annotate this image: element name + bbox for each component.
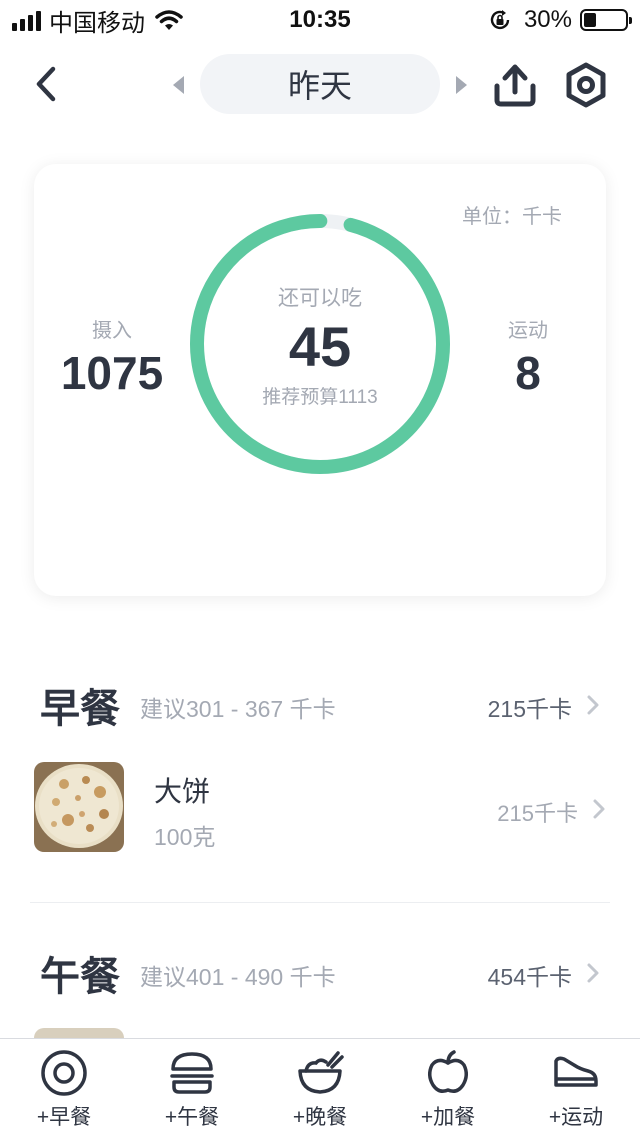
tab-label: +晚餐: [292, 1106, 348, 1129]
status-bar: 中国移动 10:35 30%: [0, 0, 640, 40]
exercise-value: 8: [515, 347, 541, 399]
back-chevron-icon: [36, 66, 56, 102]
pancake-image: [34, 762, 124, 852]
food-name: 大饼: [154, 776, 211, 807]
sneaker-icon: [554, 1056, 598, 1087]
back-button[interactable]: [26, 62, 66, 106]
meal-total: 454千卡: [487, 964, 572, 990]
meal-suggestion: 建议301 - 367 千卡: [140, 696, 336, 722]
diet-diary-screen: 中国移动 10:35 30% 昨天 单位：千卡 摄入 1075 还可以吃 45 …: [0, 0, 640, 1136]
intake-label: 摄入: [92, 320, 132, 342]
food-amount: 100克: [154, 824, 216, 850]
nav-bar: 昨天: [0, 50, 640, 120]
chevron-right-icon: [587, 695, 599, 715]
date-label: 昨天: [287, 68, 352, 104]
unit-label: 单位：千卡: [462, 206, 562, 228]
food-calories: 215千卡: [497, 801, 578, 826]
hexagon-settings-icon[interactable]: [564, 62, 608, 108]
meal-header-lunch[interactable]: 午餐 建议401 - 490 千卡 454千卡: [0, 944, 640, 1004]
battery-percent: 30%: [523, 6, 572, 33]
tab-label: +加餐: [420, 1106, 476, 1129]
next-day-triangle-icon[interactable]: [452, 72, 472, 98]
rotation-lock-icon: [490, 10, 510, 30]
meal-total: 215千卡: [487, 696, 572, 722]
date-selector[interactable]: 昨天: [200, 54, 440, 114]
fried-egg-icon: [41, 1050, 87, 1096]
chevron-right-icon: [593, 799, 605, 819]
remaining-value: 45: [288, 315, 352, 378]
meal-name: 午餐: [40, 955, 120, 999]
rice-bowl-icon: [298, 1051, 344, 1094]
tab-add-snack[interactable]: +加餐: [384, 1039, 512, 1136]
apple-icon: [428, 1050, 468, 1093]
calorie-summary-card: 单位：千卡 摄入 1075 还可以吃 45 推荐预算1113 运动 8: [34, 164, 606, 596]
tab-add-breakfast[interactable]: +早餐: [0, 1039, 128, 1136]
tab-label: +早餐: [36, 1106, 92, 1129]
tab-add-exercise[interactable]: +运动: [512, 1039, 640, 1136]
meal-suggestion: 建议401 - 490 千卡: [140, 964, 336, 990]
intake-value: 1075: [60, 347, 164, 399]
tab-add-dinner[interactable]: +晚餐: [256, 1039, 384, 1136]
exercise-label: 运动: [508, 320, 548, 342]
tab-add-lunch[interactable]: +午餐: [128, 1039, 256, 1136]
chevron-right-icon: [587, 963, 599, 983]
share-upload-icon[interactable]: [492, 62, 538, 108]
food-item[interactable]: 大饼 100克 215千卡: [0, 762, 640, 858]
food-photo-partial: [34, 1028, 124, 1038]
meal-name: 早餐: [40, 687, 120, 731]
section-divider: [30, 902, 610, 903]
battery-icon: [580, 9, 632, 31]
remaining-label: 还可以吃: [278, 287, 362, 310]
prev-day-triangle-icon[interactable]: [168, 72, 188, 98]
status-right: 30%: [488, 6, 632, 34]
budget-label: 推荐预算1113: [262, 387, 378, 408]
food-photo: [34, 762, 124, 852]
meal-header-breakfast[interactable]: 早餐 建议301 - 367 千卡 215千卡: [0, 676, 640, 736]
tab-label: +午餐: [164, 1106, 220, 1129]
tab-label: +运动: [548, 1106, 604, 1129]
bottom-tab-bar: +早餐 +午餐 +晚餐 +加餐 +运动: [0, 1038, 640, 1136]
burger-icon: [170, 1052, 214, 1094]
